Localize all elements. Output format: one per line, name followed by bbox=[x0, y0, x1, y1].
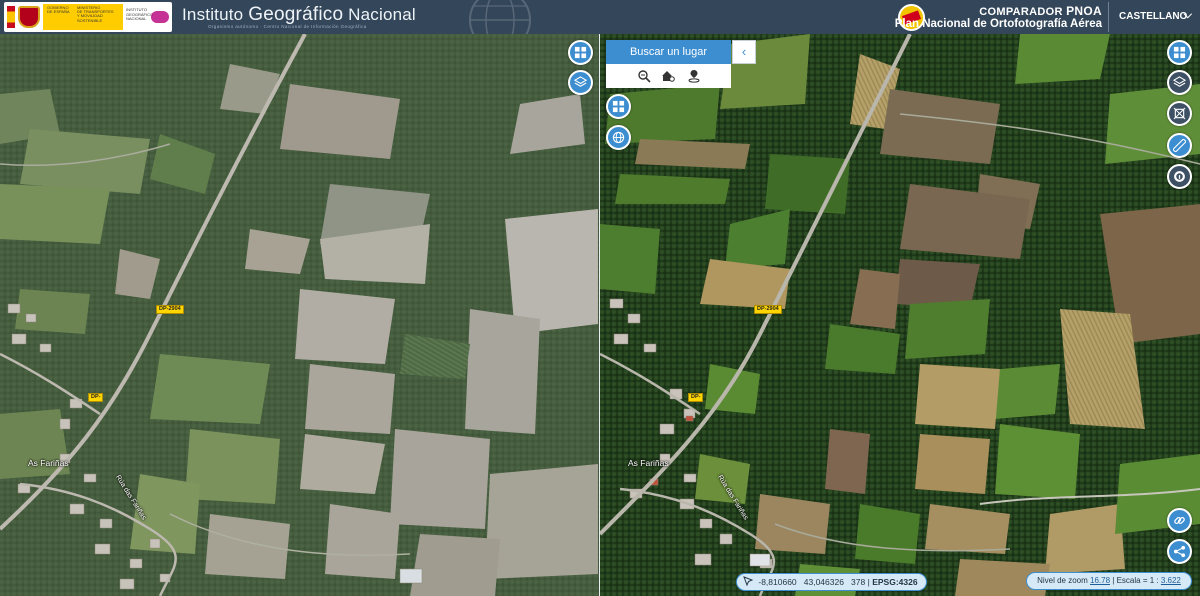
grid-icon bbox=[1173, 46, 1186, 59]
cursor-icon bbox=[743, 576, 753, 586]
ign-title-part: Geográfico bbox=[248, 4, 344, 25]
coat-of-arms-icon bbox=[18, 6, 40, 28]
spain-flag-icon bbox=[7, 6, 15, 28]
government-logo: GOBIERNO DE ESPAÑA MINISTERIO DE TRANSPO… bbox=[4, 2, 172, 32]
location-pin-icon bbox=[688, 70, 700, 83]
ign-mini-line: NACIONAL bbox=[126, 16, 147, 21]
grid-icon bbox=[612, 100, 625, 113]
zoom-search-icon bbox=[638, 70, 651, 83]
crop-icon bbox=[1173, 107, 1186, 120]
house-search-icon bbox=[662, 71, 675, 82]
left-orthophoto[interactable] bbox=[0, 34, 599, 596]
measure-button[interactable] bbox=[1167, 133, 1192, 158]
road-sign: DP- bbox=[688, 393, 704, 402]
globe-watermark-icon bbox=[469, 0, 531, 34]
cnig-logo-icon bbox=[151, 11, 169, 23]
share-button[interactable] bbox=[1167, 539, 1192, 564]
extent-button[interactable] bbox=[1167, 101, 1192, 126]
map-info-button[interactable] bbox=[1167, 164, 1192, 189]
app-title-prefix: COMPARADOR bbox=[979, 6, 1067, 18]
zoom-scale-readout: Nivel de zoom 16.78 | Escala = 1 : 3.622 bbox=[1026, 572, 1192, 590]
ign-subtitle: Organismo autónomo · Centro Nacional de … bbox=[208, 24, 367, 29]
right-orthophoto[interactable] bbox=[600, 34, 1200, 596]
place-label: As Fariñas bbox=[628, 458, 669, 468]
coordinates-readout: -8,810660 43,046326 378 | EPSG:4326 bbox=[736, 573, 927, 591]
grid-icon bbox=[574, 46, 587, 59]
chevron-down-icon: ⌵ bbox=[1183, 9, 1192, 21]
ministry-line: DE ESPAÑA bbox=[47, 9, 70, 14]
app-title: COMPARADOR PNOA Plan Nacional de Ortofot… bbox=[895, 4, 1102, 30]
ign-title[interactable]: Instituto Geográfico Nacional bbox=[182, 4, 416, 26]
ministry-block: GOBIERNO DE ESPAÑA MINISTERIO DE TRANSPO… bbox=[43, 4, 123, 30]
layers-icon bbox=[574, 76, 587, 87]
app-title-bold: PNOA bbox=[1066, 4, 1102, 18]
address-search-button[interactable] bbox=[661, 69, 675, 83]
link-button[interactable] bbox=[1167, 508, 1192, 533]
epsg-label[interactable]: EPSG:4326 bbox=[872, 577, 917, 587]
app-subtitle: Plan Nacional de Ortofotografía Aérea bbox=[894, 18, 1102, 30]
latitude-value: 43,046326 bbox=[803, 577, 844, 587]
location-search-button[interactable] bbox=[687, 69, 701, 83]
ign-mini-block: INSTITUTO GEOGRÁFICO NACIONAL bbox=[126, 7, 153, 22]
layers-icon bbox=[1173, 76, 1186, 87]
scale-label: Escala = 1 : bbox=[1116, 576, 1159, 585]
app-header: GOBIERNO DE ESPAÑA MINISTERIO DE TRANSPO… bbox=[0, 0, 1200, 34]
place-search: Buscar un lugar ‹ bbox=[606, 40, 756, 88]
compare-mode-button[interactable] bbox=[568, 40, 593, 65]
road-sign: DP-2904 bbox=[156, 305, 184, 314]
road-sign: DP-2904 bbox=[754, 305, 782, 314]
scale-value[interactable]: 3.622 bbox=[1161, 576, 1181, 585]
globe-icon bbox=[612, 131, 625, 144]
link-icon bbox=[1174, 517, 1185, 524]
longitude-value: -8,810660 bbox=[758, 577, 797, 587]
search-tools bbox=[606, 64, 731, 88]
elevation-value: 378 bbox=[851, 577, 866, 587]
globe-button[interactable] bbox=[606, 125, 631, 150]
layers-button[interactable] bbox=[568, 70, 593, 95]
right-map-pane[interactable]: DP-2904 DP- As Fariñas Rúa das Fariñas bbox=[600, 34, 1200, 596]
zoom-search-button[interactable] bbox=[637, 69, 651, 83]
separator: | bbox=[867, 577, 870, 587]
language-select[interactable]: CASTELLANO ⌵ bbox=[1108, 2, 1200, 32]
road-sign: DP- bbox=[88, 393, 104, 402]
compare-mode-button[interactable] bbox=[1167, 40, 1192, 65]
info-globe-icon bbox=[1174, 171, 1185, 182]
zoom-label: Nivel de zoom bbox=[1037, 576, 1088, 585]
chevron-left-icon: ‹ bbox=[741, 44, 747, 59]
separator: | bbox=[1112, 576, 1115, 585]
ruler-icon bbox=[1173, 139, 1186, 152]
ign-title-part: Instituto bbox=[182, 5, 249, 24]
compare-mode-button[interactable] bbox=[606, 94, 631, 119]
search-place-button[interactable]: Buscar un lugar bbox=[606, 40, 731, 64]
left-map-pane[interactable]: DP-2904 DP- As Fariñas Rúa das Fariñas bbox=[0, 34, 599, 596]
share-icon bbox=[1173, 545, 1186, 558]
place-label: As Fariñas bbox=[28, 458, 69, 468]
zoom-level-value[interactable]: 16.78 bbox=[1090, 576, 1110, 585]
ministry-line: Y MOVILIDAD SOSTENIBLE bbox=[77, 13, 103, 23]
ign-title-part: Nacional bbox=[343, 5, 416, 24]
collapse-search-button[interactable]: ‹ bbox=[732, 40, 756, 64]
language-label: CASTELLANO bbox=[1119, 11, 1188, 22]
layers-button[interactable] bbox=[1167, 70, 1192, 95]
